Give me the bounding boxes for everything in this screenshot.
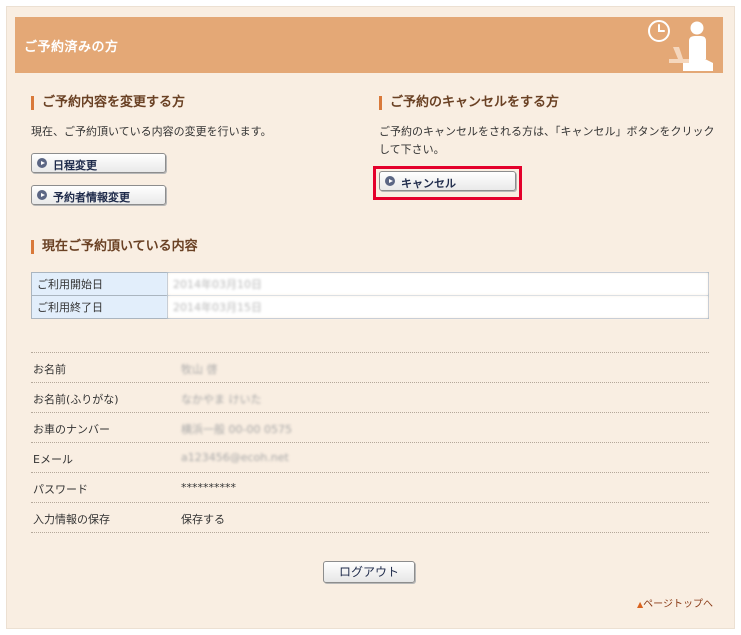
email-value: a123456@ecoh.net [181, 451, 289, 464]
cancel-section-title: ご予約のキャンセルをする方 [379, 96, 559, 110]
car-number-label: お車のナンバー [33, 423, 110, 436]
start-date-value: 2014年03月10日 [167, 272, 709, 296]
save-info-label: 入力情報の保存 [33, 513, 110, 526]
list-item: 入力情報の保存 保存する [31, 502, 709, 533]
name-value: 牧山 啓 [181, 363, 218, 376]
current-reservation-title: 現在ご予約頂いている内容 [31, 240, 198, 254]
reserver-info-change-button[interactable]: 予約者情報変更 [31, 185, 166, 205]
table-row: ご利用終了日 2014年03月15日 [31, 295, 709, 319]
seated-person-clock-icon [648, 20, 713, 71]
page-top-link[interactable]: ▲ページトップへ [637, 595, 713, 610]
change-section-description: 現在、ご予約頂いている内容の変更を行います。 [31, 125, 272, 138]
end-date-label: ご利用終了日 [31, 295, 168, 319]
end-date-value: 2014年03月15日 [167, 295, 709, 319]
reserver-info-list: お名前 牧山 啓 お名前(ふりがな) なかやま けいた お車のナンバー 横浜一般… [31, 352, 709, 533]
circle-arrow-right-icon [37, 158, 47, 168]
page-header: ご予約済みの方 [15, 17, 723, 73]
table-row: ご利用開始日 2014年03月10日 [31, 272, 709, 296]
reserver-info-change-label: 予約者情報変更 [53, 191, 130, 204]
cancel-button[interactable]: キャンセル [379, 171, 516, 191]
cancel-button-label: キャンセル [401, 177, 456, 190]
list-item: お名前 牧山 啓 [31, 352, 709, 382]
circle-arrow-right-icon [37, 190, 47, 200]
password-label: パスワード [33, 483, 88, 496]
circle-arrow-right-icon [385, 176, 395, 186]
list-item: お車のナンバー 横浜一般 00-00 0575 [31, 412, 709, 442]
start-date-label: ご利用開始日 [31, 272, 168, 296]
change-section-title: ご予約内容を変更する方 [31, 96, 185, 110]
reservation-dates-table: ご利用開始日 2014年03月10日 ご利用終了日 2014年03月15日 [31, 272, 709, 319]
furigana-value: なかやま けいた [181, 393, 262, 406]
save-info-value: 保存する [181, 513, 225, 526]
schedule-change-button[interactable]: 日程変更 [31, 153, 166, 173]
email-label: Eメール [33, 453, 73, 466]
password-value: ********** [181, 481, 236, 494]
list-item: パスワード ********** [31, 472, 709, 502]
list-item: お名前(ふりがな) なかやま けいた [31, 382, 709, 412]
car-number-value: 横浜一般 00-00 0575 [181, 423, 292, 436]
furigana-label: お名前(ふりがな) [33, 393, 119, 406]
name-label: お名前 [33, 363, 66, 376]
logout-button[interactable]: ログアウト [323, 561, 415, 583]
schedule-change-label: 日程変更 [53, 159, 97, 172]
cancel-section-description-line1: ご予約のキャンセルをされる方は、「キャンセル」ボタンをクリック [379, 125, 715, 138]
page-top-label: ページトップへ [643, 599, 713, 610]
page-title: ご予約済みの方 [24, 40, 119, 55]
cancel-section-description-line2: して下さい。 [379, 143, 445, 156]
list-item: Eメール a123456@ecoh.net [31, 442, 709, 472]
